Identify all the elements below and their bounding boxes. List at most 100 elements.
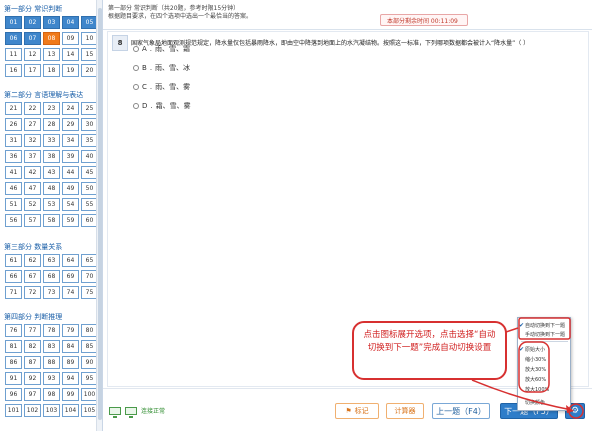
question-button[interactable]: 38	[43, 150, 60, 163]
question-button[interactable]: 61	[5, 254, 22, 267]
question-button[interactable]: 69	[62, 270, 79, 283]
question-button[interactable]: 57	[24, 214, 41, 227]
question-button[interactable]: 33	[43, 134, 60, 147]
option-b[interactable]: B. 雨、雪、冰	[133, 63, 190, 73]
zoom-option-enlarge30[interactable]: 放大30%	[525, 366, 546, 373]
question-button[interactable]: 23	[43, 102, 60, 115]
question-button[interactable]: 27	[24, 118, 41, 131]
question-button[interactable]: 41	[5, 166, 22, 179]
zoom-option-shrink30[interactable]: 缩小30%	[525, 356, 546, 363]
question-button[interactable]: 42	[24, 166, 41, 179]
question-button[interactable]: 06	[5, 32, 22, 45]
question-button[interactable]: 18	[43, 64, 60, 77]
question-button[interactable]: 36	[5, 150, 22, 163]
question-button[interactable]: 02	[24, 16, 41, 29]
question-button[interactable]: 13	[43, 48, 60, 61]
section-heading[interactable]: 第三部分 数量关系	[4, 242, 62, 252]
question-button[interactable]: 91	[5, 372, 22, 385]
question-button[interactable]: 68	[43, 270, 60, 283]
question-button[interactable]: 98	[43, 388, 60, 401]
question-button[interactable]: 21	[5, 102, 22, 115]
question-button[interactable]: 103	[43, 404, 60, 417]
question-button[interactable]: 19	[62, 64, 79, 77]
zoom-option-enlarge100[interactable]: 放大100%	[525, 386, 549, 393]
question-button[interactable]: 74	[62, 286, 79, 299]
section-heading[interactable]: 第四部分 判断推理	[4, 312, 62, 322]
question-button[interactable]: 07	[24, 32, 41, 45]
question-button[interactable]: 88	[43, 356, 60, 369]
switch-color-option[interactable]: 切换颜色	[525, 399, 545, 406]
question-button[interactable]: 12	[24, 48, 41, 61]
sidebar-scrollbar[interactable]	[96, 0, 102, 431]
prev-question-button[interactable]: 上一题（F4）	[432, 403, 490, 419]
question-button[interactable]: 101	[5, 404, 22, 417]
manual-next-option[interactable]: 手动切换到下一题	[525, 331, 565, 338]
radio-button[interactable]	[133, 84, 139, 90]
question-button[interactable]: 84	[62, 340, 79, 353]
zoom-option-original[interactable]: 原始大小	[525, 346, 545, 353]
question-button[interactable]: 43	[43, 166, 60, 179]
radio-button[interactable]	[133, 46, 139, 52]
question-button[interactable]: 96	[5, 388, 22, 401]
question-button[interactable]: 46	[5, 182, 22, 195]
question-button[interactable]: 49	[62, 182, 79, 195]
scrollbar-thumb[interactable]	[98, 8, 102, 420]
question-button[interactable]: 62	[24, 254, 41, 267]
question-button[interactable]: 77	[24, 324, 41, 337]
question-button[interactable]: 64	[62, 254, 79, 267]
question-button[interactable]: 67	[24, 270, 41, 283]
question-button[interactable]: 93	[43, 372, 60, 385]
question-button[interactable]: 89	[62, 356, 79, 369]
question-button[interactable]: 17	[24, 64, 41, 77]
option-d[interactable]: D. 霜、雪、雾	[133, 101, 191, 111]
question-button[interactable]: 09	[62, 32, 79, 45]
question-button[interactable]: 79	[62, 324, 79, 337]
option-a[interactable]: A. 雨、雪、霜	[133, 44, 190, 54]
question-button[interactable]: 34	[62, 134, 79, 147]
question-button[interactable]: 03	[43, 16, 60, 29]
zoom-option-enlarge60[interactable]: 放大60%	[525, 376, 546, 383]
question-button[interactable]: 87	[24, 356, 41, 369]
question-button[interactable]: 92	[24, 372, 41, 385]
question-button[interactable]: 63	[43, 254, 60, 267]
question-button[interactable]: 56	[5, 214, 22, 227]
question-button[interactable]: 72	[24, 286, 41, 299]
question-button[interactable]: 37	[24, 150, 41, 163]
question-button[interactable]: 32	[24, 134, 41, 147]
question-button[interactable]: 22	[24, 102, 41, 115]
question-button[interactable]: 48	[43, 182, 60, 195]
question-button[interactable]: 59	[62, 214, 79, 227]
question-button[interactable]: 58	[43, 214, 60, 227]
question-button[interactable]: 86	[5, 356, 22, 369]
radio-button[interactable]	[133, 103, 139, 109]
question-button[interactable]: 31	[5, 134, 22, 147]
section-heading[interactable]: 第一部分 常识判断	[4, 4, 62, 14]
question-button[interactable]: 04	[62, 16, 79, 29]
calculator-button[interactable]: 计算器	[386, 403, 424, 419]
question-button[interactable]: 76	[5, 324, 22, 337]
radio-button[interactable]	[133, 65, 139, 71]
question-button[interactable]: 104	[62, 404, 79, 417]
question-button[interactable]: 51	[5, 198, 22, 211]
auto-next-option[interactable]: 自动切换到下一题	[525, 322, 565, 329]
question-button[interactable]: 01	[5, 16, 22, 29]
question-button[interactable]: 94	[62, 372, 79, 385]
question-button[interactable]: 99	[62, 388, 79, 401]
question-button[interactable]: 47	[24, 182, 41, 195]
question-button[interactable]: 28	[43, 118, 60, 131]
question-button[interactable]: 53	[43, 198, 60, 211]
question-button[interactable]: 08	[43, 32, 60, 45]
question-button[interactable]: 82	[24, 340, 41, 353]
question-button[interactable]: 24	[62, 102, 79, 115]
question-button[interactable]: 14	[62, 48, 79, 61]
question-button[interactable]: 16	[5, 64, 22, 77]
question-button[interactable]: 73	[43, 286, 60, 299]
question-button[interactable]: 39	[62, 150, 79, 163]
question-button[interactable]: 102	[24, 404, 41, 417]
question-button[interactable]: 26	[5, 118, 22, 131]
question-button[interactable]: 44	[62, 166, 79, 179]
question-button[interactable]: 97	[24, 388, 41, 401]
question-button[interactable]: 29	[62, 118, 79, 131]
question-button[interactable]: 83	[43, 340, 60, 353]
mark-button[interactable]: ⚑ 标记	[335, 403, 379, 419]
